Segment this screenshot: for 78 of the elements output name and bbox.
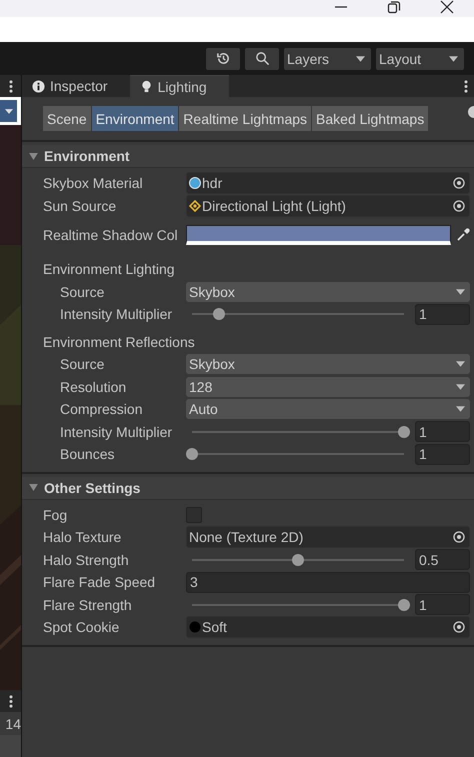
target-icon[interactable]	[453, 177, 465, 190]
dot-icon	[189, 621, 201, 634]
foldout-icon	[29, 152, 38, 160]
foldout-icon	[29, 484, 38, 491]
close-icon[interactable]	[440, 0, 454, 14]
field-label: Flare Fade Speed	[43, 573, 156, 592]
number-field[interactable]: 1	[415, 304, 470, 325]
more-icon[interactable]	[464, 80, 468, 92]
search-icon	[254, 51, 270, 66]
info-icon	[32, 80, 45, 92]
restore-icon[interactable]	[387, 0, 401, 14]
object-field[interactable]: Directional Light (Light)	[186, 194, 470, 217]
caret-icon	[449, 56, 458, 62]
section-tab[interactable]: Scene	[43, 106, 91, 131]
number-field[interactable]: 14	[0, 712, 21, 735]
history-button[interactable]	[206, 48, 240, 70]
field-label: Intensity Multiplier	[60, 305, 174, 324]
slider-thumb[interactable]	[186, 448, 198, 460]
target-icon[interactable]	[453, 621, 465, 634]
caret-icon	[356, 56, 365, 62]
group-label: Environment Reflections	[43, 332, 195, 351]
caret-icon	[456, 406, 465, 412]
field-label: Fog	[43, 506, 68, 524]
dropdown[interactable]: Skybox	[186, 354, 470, 374]
slider-thumb[interactable]	[398, 598, 410, 611]
toolbar-dropdown[interactable]: Layout	[376, 48, 464, 70]
dropdown[interactable]: 128	[186, 376, 470, 397]
section-header[interactable]: Other Settings	[22, 476, 474, 500]
number-field[interactable]: 0.5	[415, 549, 470, 570]
object-field[interactable]: None (Texture 2D)	[186, 526, 470, 548]
slider-thumb[interactable]	[398, 426, 410, 438]
field-label: Intensity Multiplier	[60, 422, 174, 441]
group-label: Environment Lighting	[43, 260, 175, 278]
caret-icon	[4, 108, 12, 114]
field-label: Sun Source	[43, 196, 118, 215]
section-tab[interactable]: Realtime Lightmaps	[179, 106, 312, 131]
sphere-icon	[189, 177, 201, 190]
dropdown[interactable]: Skybox	[186, 282, 470, 302]
section-tab[interactable]: Baked Lightmaps	[312, 106, 428, 131]
more-icon[interactable]	[8, 80, 12, 92]
field-label: Resolution	[60, 378, 128, 396]
number-field[interactable]: 1	[415, 444, 470, 465]
panel-tab[interactable]: Inspector	[22, 75, 130, 97]
field-label: Halo Texture	[43, 528, 122, 546]
light-icon	[189, 200, 201, 212]
slider-thumb[interactable]	[212, 308, 224, 320]
caret-icon	[456, 361, 465, 368]
number-field[interactable]: 1	[415, 594, 470, 616]
field-label: Skybox Material	[43, 174, 144, 192]
color-swatch[interactable]	[186, 225, 451, 245]
more-icon[interactable]	[8, 694, 12, 708]
section-tab[interactable]: Environment	[92, 106, 178, 131]
eyedropper-icon[interactable]	[456, 228, 470, 242]
field-label: Flare Strength	[43, 596, 133, 614]
caret-icon	[456, 384, 465, 390]
field-label: Realtime Shadow Col	[43, 226, 179, 244]
object-field[interactable]: Soft	[186, 616, 470, 638]
dropdown[interactable]: Auto	[186, 399, 470, 420]
section-header[interactable]: Environment	[22, 145, 474, 168]
caret-icon	[456, 288, 465, 295]
number-field[interactable]: 1	[415, 421, 470, 442]
lightbulb-icon	[140, 80, 153, 93]
field-label: Source	[60, 282, 106, 301]
toolbar-dropdown[interactable]: Layers	[284, 48, 371, 70]
dropdown-button[interactable]	[0, 100, 17, 122]
target-icon[interactable]	[453, 531, 465, 544]
field-label: Compression	[60, 400, 144, 418]
history-icon	[216, 51, 230, 66]
field-label: Halo Strength	[43, 550, 130, 569]
target-icon[interactable]	[453, 200, 465, 212]
search-button[interactable]	[245, 48, 279, 70]
field-label: Bounces	[60, 445, 116, 464]
field-label: Spot Cookie	[43, 618, 120, 636]
object-field[interactable]: hdr	[186, 172, 470, 194]
slider-thumb[interactable]	[292, 554, 304, 566]
field-label: Source	[60, 355, 106, 374]
panel-tab[interactable]: Lighting	[130, 75, 229, 97]
number-field[interactable]: 3	[186, 572, 470, 593]
